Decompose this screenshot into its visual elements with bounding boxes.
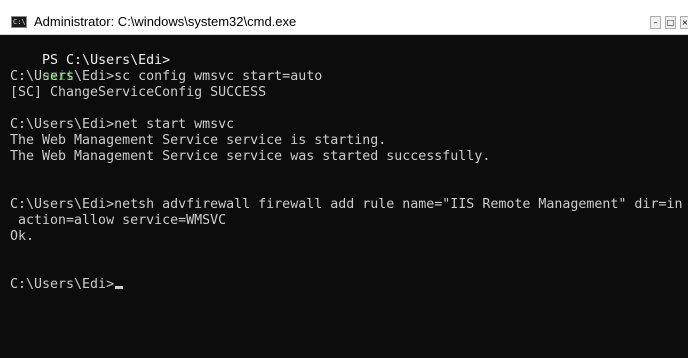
ps-prompt: PS C:\Users\Edi> bbox=[42, 53, 171, 68]
console-line: action=allow service=WMSVC bbox=[10, 213, 227, 228]
console-line: Ok. bbox=[10, 229, 35, 244]
console-output[interactable]: PS C:\Users\Edi> exit C:\Users\Edi>sc co… bbox=[0, 35, 688, 358]
title-bar[interactable]: C:\ Administrator: C:\windows\system32\c… bbox=[0, 0, 688, 35]
console-line: The Web Management Service service was s… bbox=[10, 149, 491, 164]
console-line: C:\Users\Edi>netsh advfirewall firewall … bbox=[10, 197, 683, 212]
console-line: [SC] ChangeServiceConfig SUCCESS bbox=[10, 85, 267, 100]
current-prompt: C:\Users\Edi> bbox=[10, 277, 115, 292]
window-title: Administrator: C:\windows\system32\cmd.e… bbox=[34, 14, 297, 29]
console-line: C:\Users\Edi>sc config wmsvc start=auto bbox=[10, 69, 323, 84]
console-prompt-line: C:\Users\Edi> bbox=[10, 277, 124, 293]
console-line: The Web Management Service service is st… bbox=[10, 133, 387, 148]
text-cursor bbox=[115, 286, 124, 289]
console-line: PS C:\Users\Edi> exit bbox=[10, 37, 170, 84]
console-line: C:\Users\Edi>net start wmsvc bbox=[10, 117, 235, 132]
close-button[interactable]: × bbox=[680, 16, 688, 29]
minimize-button[interactable]: – bbox=[650, 16, 661, 29]
cmd-icon: C:\ bbox=[11, 16, 27, 28]
maximize-button[interactable]: □ bbox=[665, 16, 676, 29]
